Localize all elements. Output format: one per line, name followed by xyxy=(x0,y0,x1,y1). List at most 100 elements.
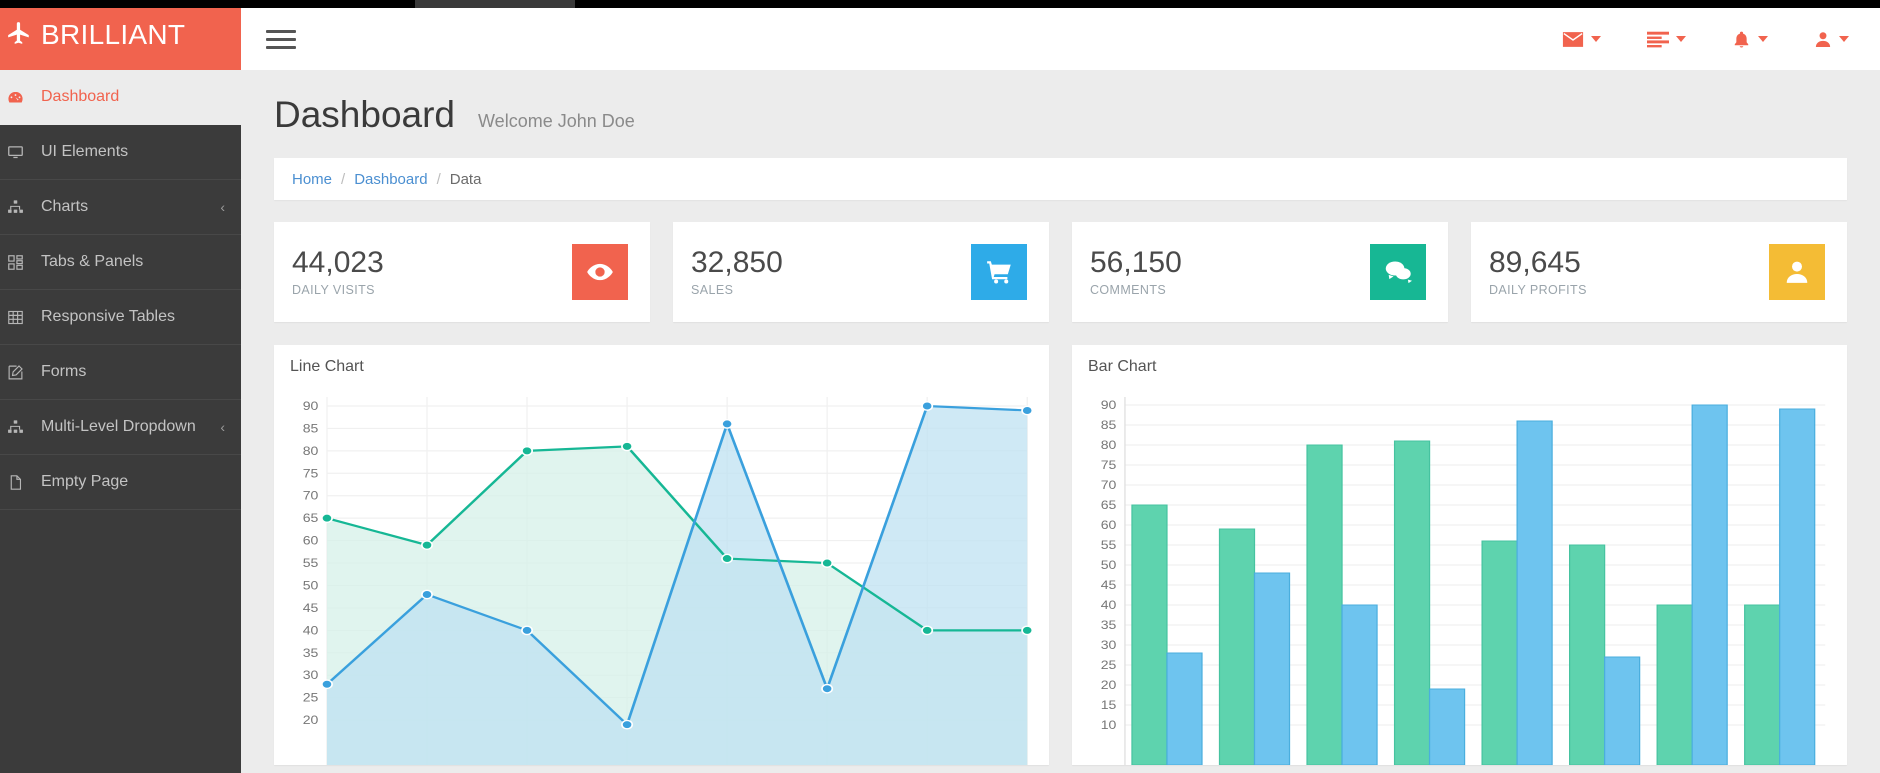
panel-bar-chart: Bar Chart 908580757065605550454035302520… xyxy=(1072,345,1847,765)
bar-chart-body: 9085807570656055504540353025201510 xyxy=(1072,389,1847,765)
browser-tab xyxy=(415,0,575,8)
sidebar-nav: Dashboard UI Elements Charts ‹ xyxy=(0,70,241,510)
desktop-icon xyxy=(7,144,41,161)
sidebar: BRILLIANT Dashboard UI Elements xyxy=(0,0,241,773)
welcome-message: Welcome John Doe xyxy=(478,111,635,132)
svg-text:60: 60 xyxy=(303,534,319,547)
file-icon xyxy=(7,474,41,491)
sidebar-item-label: Dashboard xyxy=(41,88,225,106)
svg-text:85: 85 xyxy=(303,422,319,435)
messages-dropdown[interactable] xyxy=(1539,8,1624,70)
sidebar-item-ui-elements[interactable]: UI Elements xyxy=(0,125,241,180)
svg-text:90: 90 xyxy=(1101,398,1117,411)
breadcrumb-item-home[interactable]: Home xyxy=(292,171,332,188)
sidebar-item-multi-level-dropdown[interactable]: Multi-Level Dropdown ‹ xyxy=(0,400,241,455)
sidebar-item-dashboard[interactable]: Dashboard xyxy=(0,70,241,125)
breadcrumb-item-dashboard[interactable]: Dashboard xyxy=(354,171,427,188)
svg-text:20: 20 xyxy=(303,713,319,726)
svg-text:85: 85 xyxy=(1101,418,1117,431)
stat-card-text: 89,645 DAILY PROFITS xyxy=(1489,247,1769,298)
sidebar-item-forms[interactable]: Forms xyxy=(0,345,241,400)
svg-text:80: 80 xyxy=(303,444,319,457)
page-header: Dashboard Welcome John Doe xyxy=(241,70,1880,136)
breadcrumb-item-data: Data xyxy=(450,171,482,188)
svg-text:50: 50 xyxy=(303,579,319,592)
svg-text:70: 70 xyxy=(1101,478,1117,491)
svg-text:15: 15 xyxy=(1101,698,1117,711)
sidebar-item-label: Empty Page xyxy=(41,473,225,491)
svg-text:30: 30 xyxy=(1101,638,1117,651)
svg-text:65: 65 xyxy=(303,511,319,524)
svg-text:70: 70 xyxy=(303,489,319,502)
sidebar-item-label: Responsive Tables xyxy=(41,308,225,326)
breadcrumb: Home / Dashboard / Data xyxy=(274,158,1847,200)
stat-card-daily-visits[interactable]: 44,023 DAILY VISITS xyxy=(274,222,650,322)
sidebar-item-charts[interactable]: Charts ‹ xyxy=(0,180,241,235)
svg-text:35: 35 xyxy=(303,646,319,659)
header-actions xyxy=(1539,8,1880,70)
sidebar-item-label: Multi-Level Dropdown xyxy=(41,418,220,436)
svg-text:40: 40 xyxy=(1101,598,1117,611)
line-chart-body: 908580757065605550454035302520 xyxy=(274,389,1049,765)
stat-card-text: 56,150 COMMENTS xyxy=(1090,247,1370,298)
panel-title: Bar Chart xyxy=(1072,345,1847,389)
breadcrumb-separator: / xyxy=(341,171,345,188)
app-root: BRILLIANT Dashboard UI Elements xyxy=(0,0,1880,773)
cart-icon xyxy=(971,244,1027,300)
chevron-left-icon[interactable]: ‹ xyxy=(220,419,241,435)
sidebar-item-tabs-panels[interactable]: Tabs & Panels xyxy=(0,235,241,290)
table-icon xyxy=(7,309,41,326)
plane-icon xyxy=(6,20,32,51)
chevron-down-icon xyxy=(1758,36,1768,42)
sidebar-item-label: Tabs & Panels xyxy=(41,253,225,271)
user-dropdown[interactable] xyxy=(1791,8,1872,70)
svg-text:25: 25 xyxy=(303,691,319,704)
stat-label: SALES xyxy=(691,283,971,297)
stat-value: 44,023 xyxy=(292,247,572,279)
user-icon xyxy=(1769,244,1825,300)
breadcrumb-separator: / xyxy=(437,171,441,188)
panel-line-chart: Line Chart 90858075706560555045403530252… xyxy=(274,345,1049,765)
svg-text:45: 45 xyxy=(303,601,319,614)
svg-text:25: 25 xyxy=(1101,658,1117,671)
hamburger-icon[interactable] xyxy=(266,26,296,52)
stat-card-comments[interactable]: 56,150 COMMENTS xyxy=(1072,222,1448,322)
dashboard-icon xyxy=(7,89,41,106)
stat-label: DAILY PROFITS xyxy=(1489,283,1769,297)
sidebar-item-responsive-tables[interactable]: Responsive Tables xyxy=(0,290,241,345)
comments-icon xyxy=(1370,244,1426,300)
user-icon xyxy=(1814,30,1832,49)
stat-label: DAILY VISITS xyxy=(292,283,572,297)
stat-label: COMMENTS xyxy=(1090,283,1370,297)
svg-text:50: 50 xyxy=(1101,558,1117,571)
notifications-dropdown[interactable] xyxy=(1709,8,1791,70)
svg-text:80: 80 xyxy=(1101,438,1117,451)
svg-text:55: 55 xyxy=(303,556,319,569)
stat-cards: 44,023 DAILY VISITS 32,850 SALES 56, xyxy=(274,222,1847,322)
svg-text:35: 35 xyxy=(1101,618,1117,631)
sidebar-item-label: Charts xyxy=(41,198,220,216)
sidebar-item-empty-page[interactable]: Empty Page xyxy=(0,455,241,510)
page-title: Dashboard xyxy=(274,94,455,136)
bar-chart[interactable]: 9085807570656055504540353025201510 xyxy=(1076,389,1835,765)
envelope-icon xyxy=(1562,31,1584,48)
svg-text:10: 10 xyxy=(1101,718,1117,731)
svg-text:90: 90 xyxy=(303,399,319,412)
svg-text:75: 75 xyxy=(1101,458,1117,471)
eye-icon xyxy=(572,244,628,300)
svg-text:45: 45 xyxy=(1101,578,1117,591)
stat-card-sales[interactable]: 32,850 SALES xyxy=(673,222,1049,322)
brand-logo[interactable]: BRILLIANT xyxy=(0,0,241,70)
top-header xyxy=(241,8,1880,70)
svg-text:40: 40 xyxy=(303,624,319,637)
stat-card-text: 32,850 SALES xyxy=(691,247,971,298)
svg-text:30: 30 xyxy=(303,669,319,682)
chevron-left-icon[interactable]: ‹ xyxy=(220,199,241,215)
stat-card-daily-profits[interactable]: 89,645 DAILY PROFITS xyxy=(1471,222,1847,322)
line-chart[interactable]: 908580757065605550454035302520 xyxy=(278,389,1037,765)
browser-chrome-strip xyxy=(0,0,1880,8)
tasks-dropdown[interactable] xyxy=(1624,8,1709,70)
sitemap-icon xyxy=(7,199,41,216)
svg-text:65: 65 xyxy=(1101,498,1117,511)
sitemap-icon xyxy=(7,419,41,436)
